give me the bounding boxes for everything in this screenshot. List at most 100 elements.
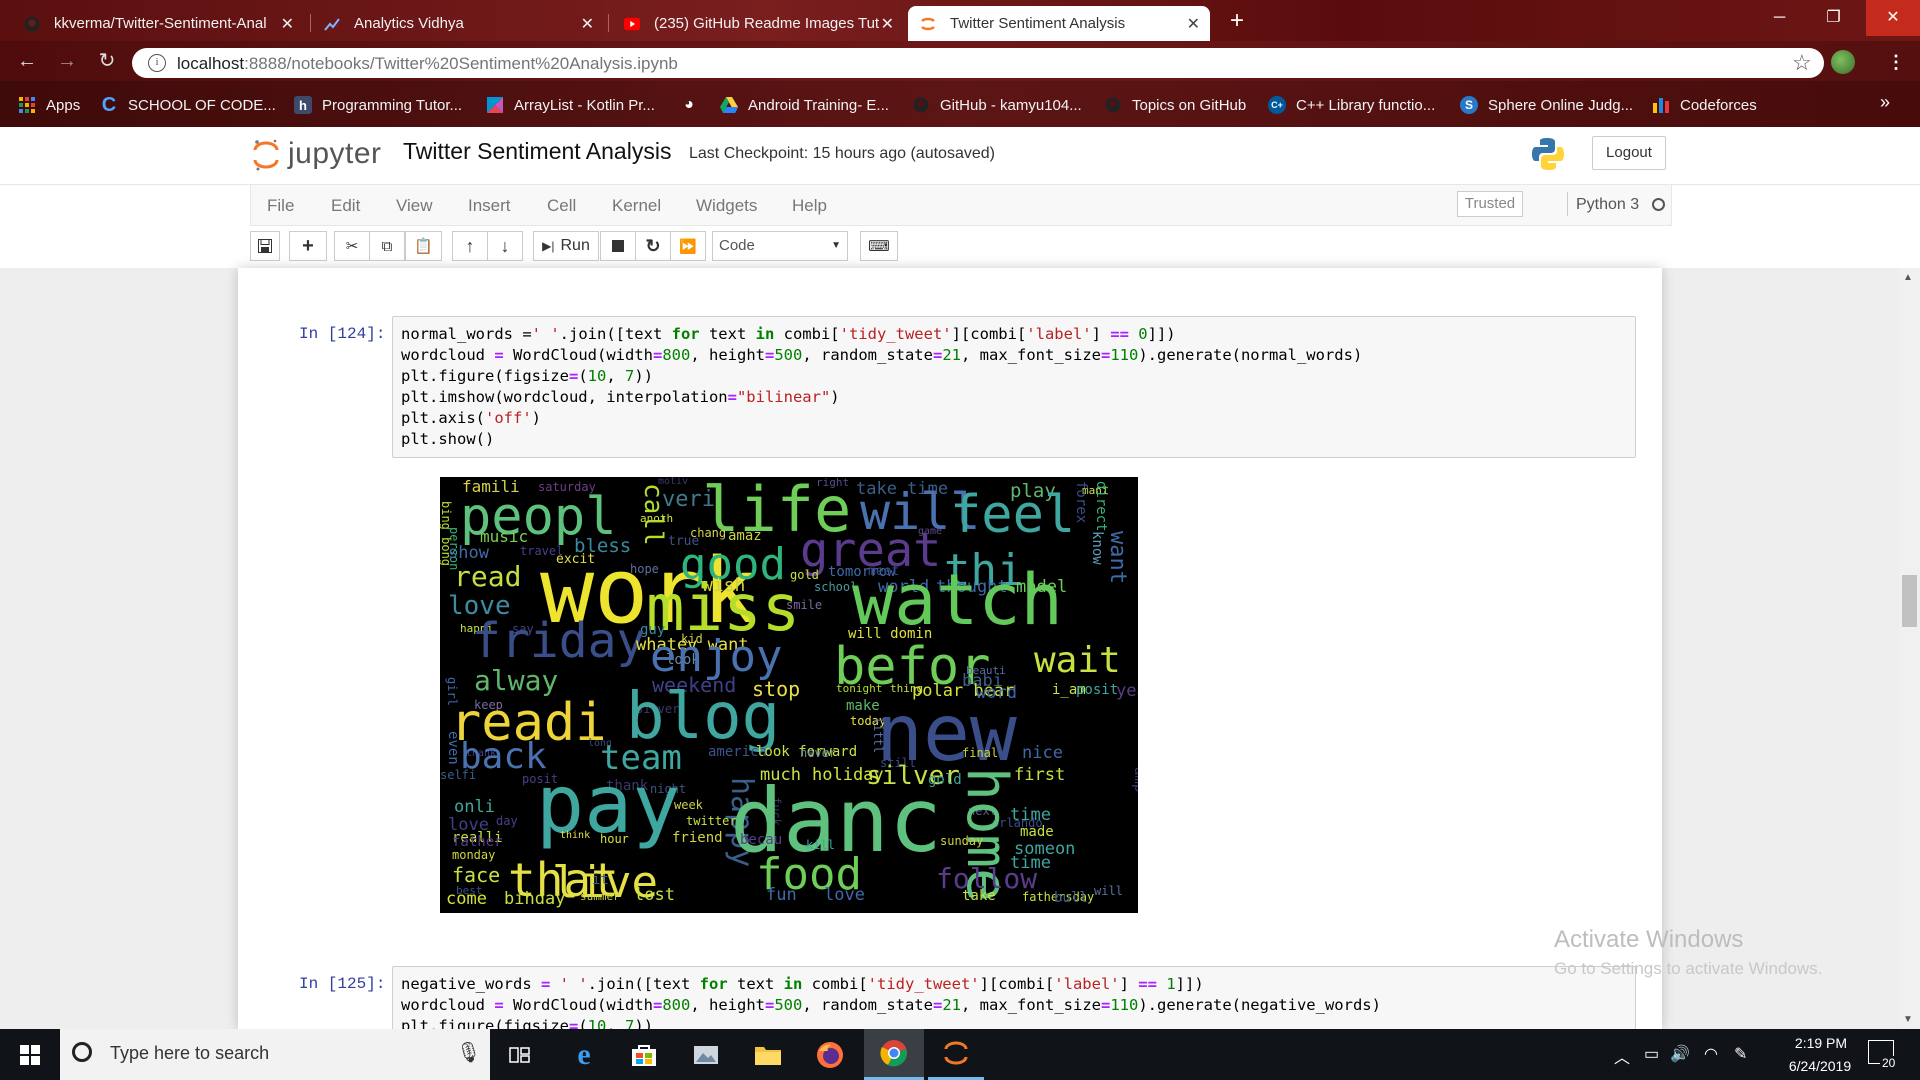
bookmark-cpp-library[interactable]: C+ C++ Library functio... xyxy=(1268,94,1435,116)
paste-icon: 📋 xyxy=(414,238,433,255)
bookmark-arraylist-kotlin[interactable]: ArrayList - Kotlin Pr... xyxy=(486,94,655,116)
close-icon[interactable]: ✕ xyxy=(281,14,294,34)
bookmark-android-training[interactable]: Android Training- E... xyxy=(720,94,889,116)
restore-button[interactable]: ❐ xyxy=(1810,0,1857,36)
taskbar-store[interactable] xyxy=(616,1029,672,1080)
move-up-button[interactable]: ↑ xyxy=(452,231,488,261)
start-button[interactable] xyxy=(0,1029,60,1080)
info-icon[interactable]: i xyxy=(148,54,166,72)
clock-time[interactable]: 2:19 PM xyxy=(1786,1035,1856,1051)
menu-cell[interactable]: Cell xyxy=(547,196,576,216)
tab-analytics-vidhya[interactable]: Analytics Vidhya ✕ xyxy=(312,6,604,41)
paste-button[interactable]: 📋 xyxy=(405,231,442,261)
copy-button[interactable]: ⧉ xyxy=(369,231,405,261)
wifi-icon[interactable]: ◠ xyxy=(1704,1044,1718,1064)
reload-icon[interactable]: ↻ xyxy=(94,49,120,75)
taskbar-firefox[interactable] xyxy=(802,1029,858,1080)
task-view-button[interactable] xyxy=(492,1029,548,1080)
jupyter-icon xyxy=(944,1041,968,1065)
bookmark-globe[interactable]: ◕ xyxy=(680,94,708,116)
wordcloud-word: made xyxy=(1020,824,1054,840)
microphone-icon[interactable]: 🎙 xyxy=(456,1040,481,1065)
profile-avatar[interactable] xyxy=(1831,50,1855,74)
pen-icon[interactable]: ✎ xyxy=(1734,1044,1747,1064)
restart-button[interactable]: ↻ xyxy=(635,231,671,261)
bookmark-star-icon[interactable]: ☆ xyxy=(1792,50,1812,76)
new-tab-button[interactable]: + xyxy=(1222,6,1252,36)
restart-run-all-button[interactable]: ⏩ xyxy=(670,231,706,261)
jupyter-logo-text[interactable]: jupyter xyxy=(288,137,382,171)
bookmark-github-kamyu[interactable]: GitHub - kamyu104... xyxy=(912,94,1082,116)
save-button[interactable] xyxy=(250,231,280,261)
restart-icon: ↻ xyxy=(645,235,661,256)
interrupt-button[interactable] xyxy=(600,231,636,261)
code-cell-input[interactable]: normal_words =' '.join([text for text in… xyxy=(392,316,1636,458)
show-hidden-icons-chevron-up-icon[interactable]: ︿ xyxy=(1614,1044,1630,1068)
browser-menu-icon[interactable]: ⋮ xyxy=(1887,52,1905,73)
cell-type-select[interactable]: Code ▼ xyxy=(712,231,848,261)
back-arrow-icon[interactable]: ← xyxy=(14,49,40,75)
trusted-indicator[interactable]: Trusted xyxy=(1457,191,1523,217)
more-bookmarks-icon[interactable]: » xyxy=(1880,92,1890,113)
scissors-icon: ✂ xyxy=(345,238,359,255)
code-line: normal_words =' '.join([text for text in… xyxy=(401,325,1176,343)
bookmark-topics-on-github[interactable]: Topics on GitHub xyxy=(1104,94,1246,116)
clock-date[interactable]: 6/24/2019 xyxy=(1780,1058,1860,1074)
wordcloud-word: call xyxy=(638,483,668,546)
volume-icon[interactable]: 🔊 xyxy=(1670,1044,1690,1064)
youtube-icon xyxy=(624,16,640,32)
wordcloud-output-image: famili saturday motiv right take time play man… xyxy=(440,477,1138,913)
menu-file[interactable]: File xyxy=(267,196,294,216)
minimize-button[interactable]: ─ xyxy=(1756,0,1803,36)
checkpoint-status: Last Checkpoint: 15 hours ago (autosaved… xyxy=(689,145,995,162)
menu-kernel[interactable]: Kernel xyxy=(612,196,661,216)
close-icon[interactable]: ✕ xyxy=(881,14,894,34)
cut-button[interactable]: ✂ xyxy=(334,231,370,261)
notebook-name[interactable]: Twitter Sentiment Analysis xyxy=(403,138,671,165)
taskbar-file-explorer[interactable] xyxy=(740,1029,796,1080)
window-close-button[interactable]: ✕ xyxy=(1866,0,1920,36)
bookmark-codeforces[interactable]: Codeforces xyxy=(1652,94,1757,116)
logout-button[interactable]: Logout xyxy=(1592,136,1666,170)
tab-github[interactable]: kkverma/Twitter-Sentiment-Anal ✕ xyxy=(12,6,304,41)
bookmark-programming-tutor[interactable]: h Programming Tutor... xyxy=(294,94,462,116)
move-down-button[interactable]: ↓ xyxy=(487,231,523,261)
command-palette-button[interactable]: ⌨ xyxy=(860,231,898,261)
notification-count-badge: 20 xyxy=(1880,1056,1898,1070)
menu-widgets[interactable]: Widgets xyxy=(696,196,757,216)
run-button[interactable]: ▶| Run xyxy=(533,231,599,261)
battery-icon[interactable]: ▭ xyxy=(1644,1044,1659,1064)
taskbar-jupyter[interactable] xyxy=(928,1029,984,1080)
wordcloud-word: twitter xyxy=(686,814,737,828)
chrome-icon xyxy=(880,1040,907,1067)
github-icon xyxy=(24,16,40,32)
taskbar-chrome[interactable] xyxy=(864,1029,924,1080)
scrollbar-thumb[interactable] xyxy=(1902,575,1917,627)
bookmark-sphere-online-judge[interactable]: S Sphere Online Judg... xyxy=(1460,94,1633,116)
menu-insert[interactable]: Insert xyxy=(468,196,511,216)
taskbar-photos[interactable] xyxy=(678,1029,734,1080)
tab-twitter-sentiment-analysis[interactable]: Twitter Sentiment Analysis ✕ xyxy=(908,6,1210,41)
scroll-down-icon[interactable]: ▼ xyxy=(1903,1014,1913,1025)
scroll-up-icon[interactable]: ▲ xyxy=(1903,272,1913,283)
wordcloud-word: alway xyxy=(474,664,559,697)
bookmark-apps[interactable]: Apps xyxy=(18,94,80,116)
save-icon xyxy=(258,239,272,253)
close-icon[interactable]: ✕ xyxy=(581,14,594,34)
code-line: wordcloud = WordCloud(width=800, height=… xyxy=(401,996,1381,1014)
wordcloud-word: forex xyxy=(1073,481,1089,524)
wordcloud-word: wait xyxy=(1034,640,1121,681)
bookmark-school-of-code[interactable]: C SCHOOL OF CODE... xyxy=(100,94,276,116)
wordcloud-word: love xyxy=(824,885,865,905)
jupyter-logo-icon[interactable] xyxy=(253,138,279,172)
insert-cell-button[interactable]: + xyxy=(289,231,327,261)
menu-edit[interactable]: Edit xyxy=(331,196,360,216)
menu-help[interactable]: Help xyxy=(792,196,827,216)
scrollbar[interactable] xyxy=(1899,268,1920,1029)
url-text[interactable]: localhost:8888/notebooks/Twitter%20Senti… xyxy=(177,54,678,74)
taskbar-edge[interactable]: e xyxy=(556,1029,612,1080)
tab-youtube[interactable]: (235) GitHub Readme Images Tut ✕ xyxy=(612,6,904,41)
close-icon[interactable]: ✕ xyxy=(1187,14,1200,34)
forward-arrow-icon[interactable]: → xyxy=(54,49,80,75)
menu-view[interactable]: View xyxy=(396,196,433,216)
